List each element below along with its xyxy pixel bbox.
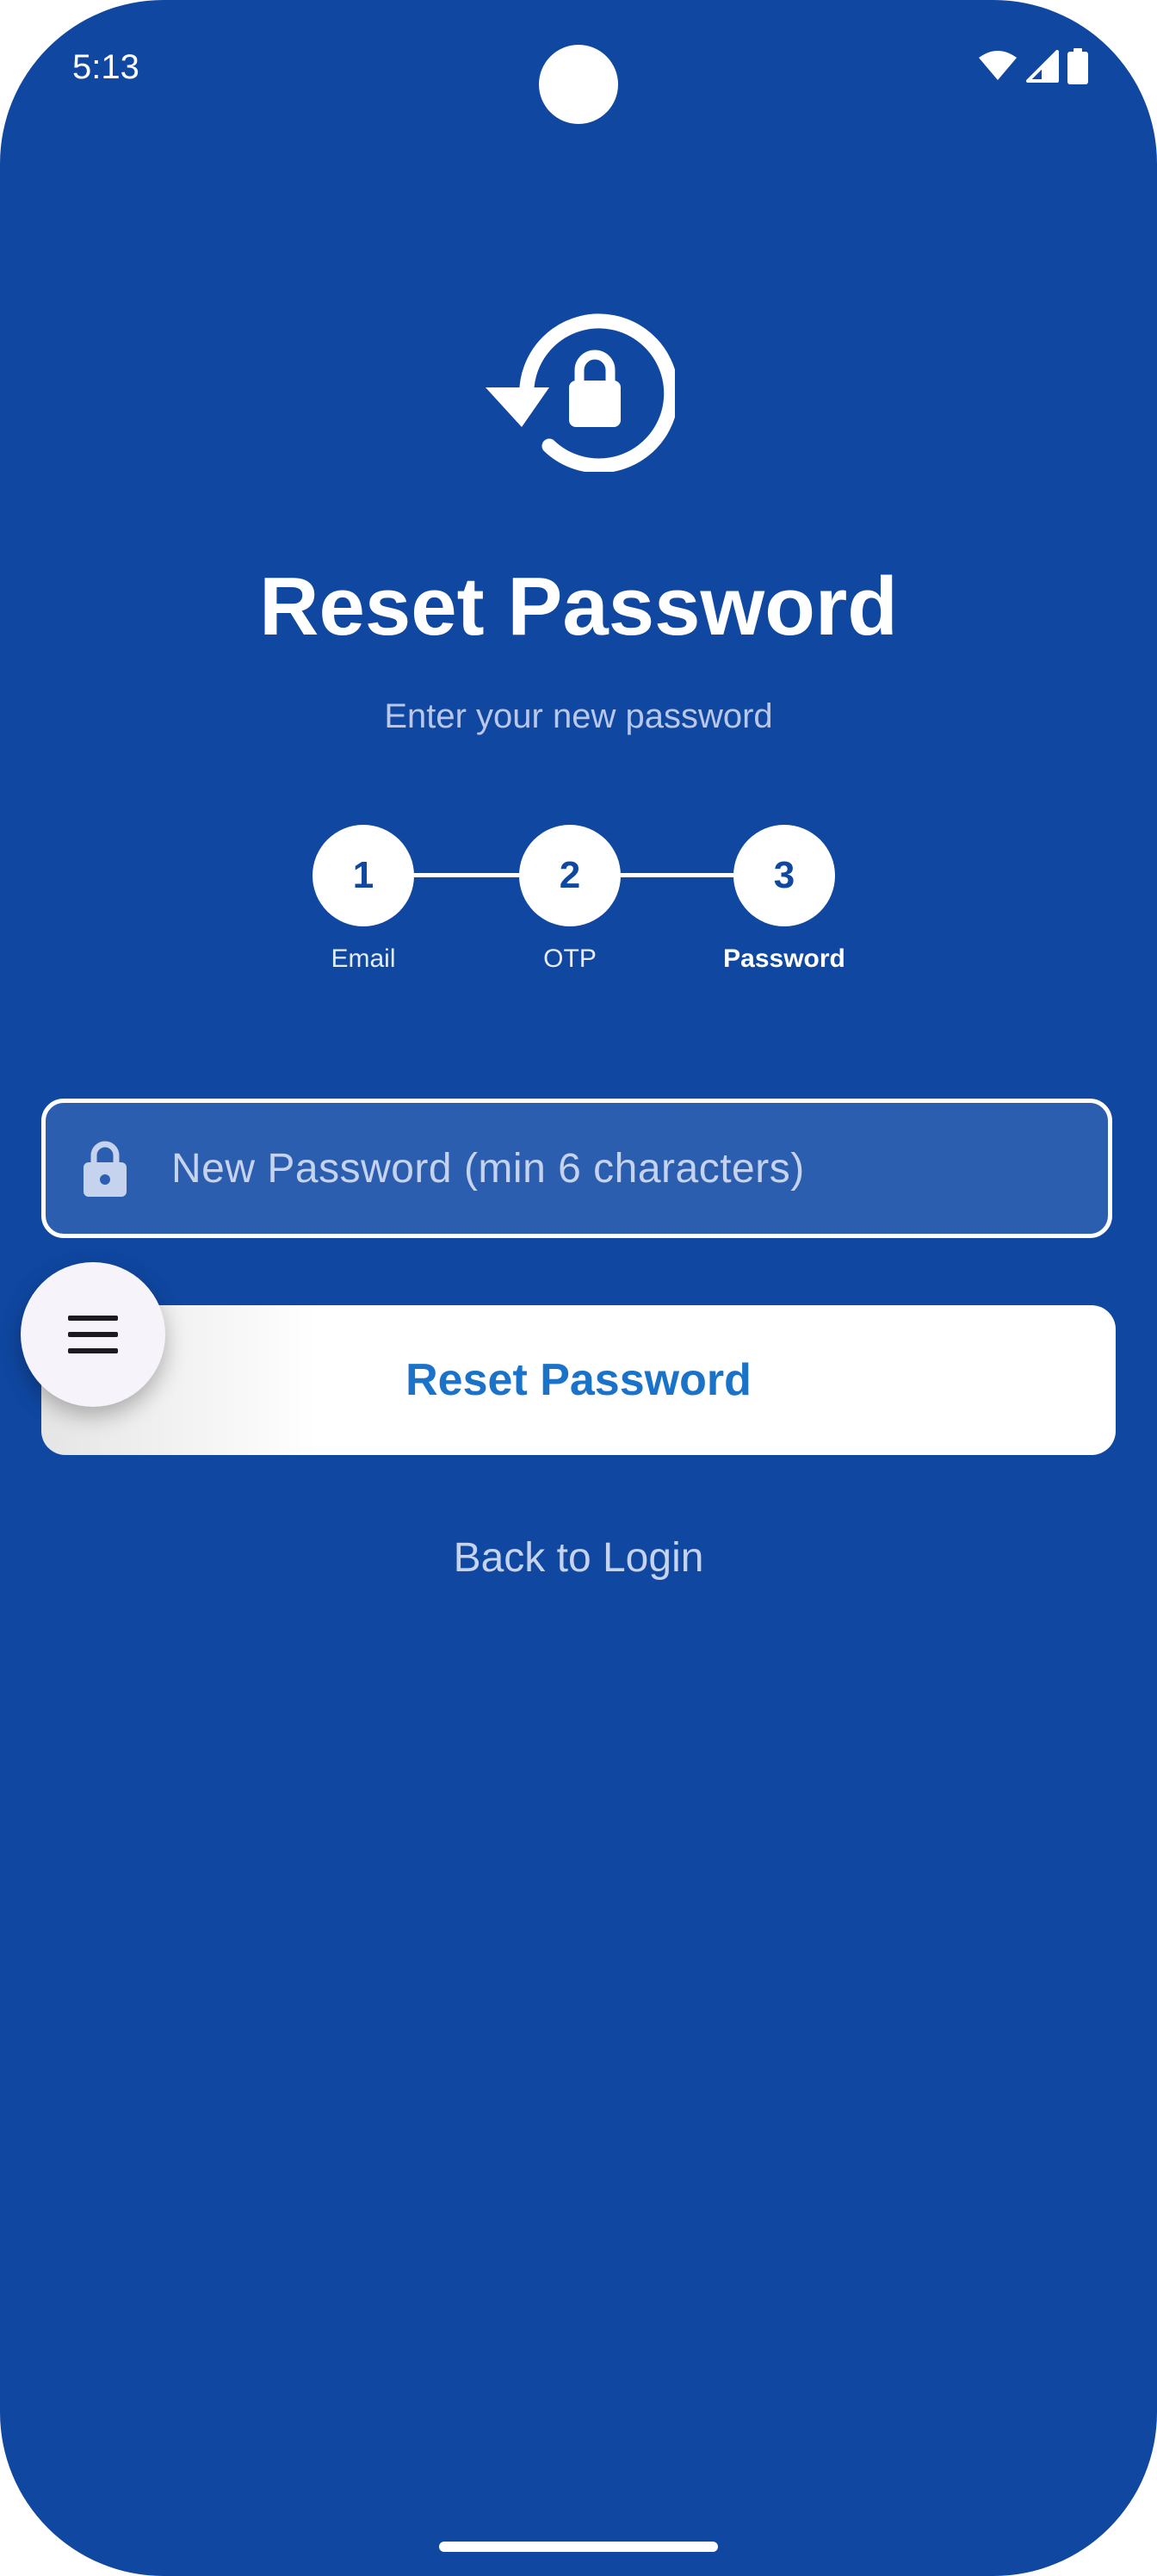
camera-cutout <box>539 45 618 124</box>
lock-icon <box>84 1141 127 1197</box>
page-title: Reset Password <box>259 560 898 653</box>
menu-icon <box>68 1316 118 1353</box>
battery-icon <box>1067 48 1088 84</box>
new-password-field[interactable]: New Password (min 6 characters) <box>41 1099 1112 1238</box>
step-label-password: Password <box>723 944 845 973</box>
step-connector <box>413 873 520 877</box>
cellular-signal-icon <box>1026 50 1059 83</box>
status-time: 5:13 <box>72 48 139 86</box>
wifi-icon <box>979 51 1017 80</box>
step-circle-password: 3 <box>733 825 835 926</box>
lock-reset-icon <box>486 313 675 472</box>
step-circle-email: 1 <box>312 825 414 926</box>
page-subtitle: Enter your new password <box>384 697 773 735</box>
step-label-otp: OTP <box>543 944 597 973</box>
app-screen: 5:13 Reset Password Enter your new passw… <box>0 0 1157 2576</box>
step-label-email: Email <box>331 944 396 973</box>
step-connector <box>620 873 733 877</box>
password-placeholder: New Password (min 6 characters) <box>171 1145 805 1192</box>
home-indicator[interactable] <box>439 2542 718 2552</box>
menu-fab[interactable] <box>21 1262 165 1407</box>
status-icons <box>978 48 1088 84</box>
back-to-login-link[interactable]: Back to Login <box>0 1533 1157 1584</box>
step-circle-otp: 2 <box>519 825 621 926</box>
